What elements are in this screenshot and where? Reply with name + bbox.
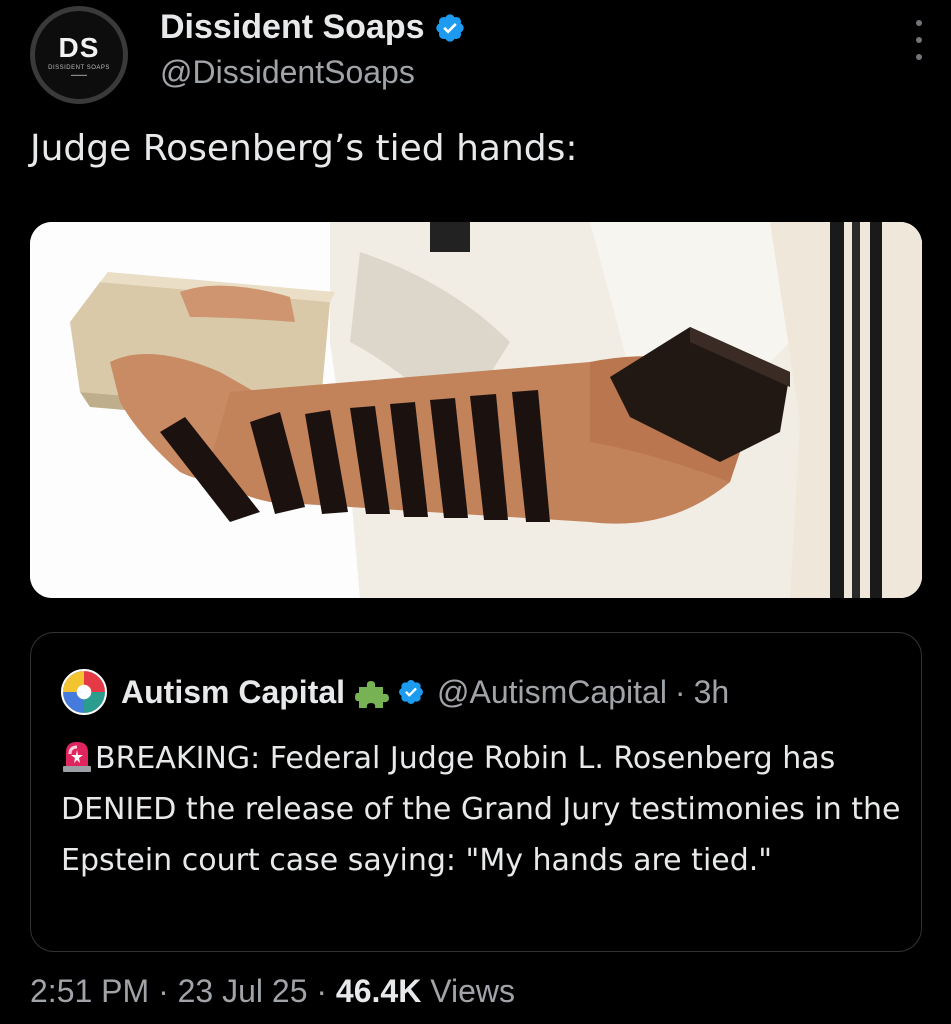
author-handle[interactable]: @DissidentSoaps <box>160 54 415 91</box>
meta-separator: · <box>316 973 328 1009</box>
puzzle-icon <box>355 681 390 708</box>
tweet-time[interactable]: 2:51 PM <box>30 973 149 1009</box>
tweet-media-image[interactable] <box>30 222 922 598</box>
quoted-tweet-text: BREAKING: Federal Judge Robin L. Rosenbe… <box>61 733 901 886</box>
author-display-name[interactable]: Dissident Soaps <box>160 8 425 47</box>
views-label: Views <box>430 973 515 1009</box>
verified-badge-icon <box>435 13 464 42</box>
quoted-timestamp[interactable]: 3h <box>694 674 730 711</box>
quoted-handle[interactable]: @AutismCapital <box>437 674 667 711</box>
author-name-row: Dissident Soaps <box>160 8 466 47</box>
quoted-tweet-card[interactable]: Autism Capital @AutismCapital · 3h BREAK… <box>30 632 922 952</box>
avatar-logo-fine-print: ▬▬▬▬ <box>71 71 87 77</box>
tweet-meta: 2:51 PM · 23 Jul 25 · 46.4K Views <box>30 973 515 1010</box>
photo-arm-wrapped-leather-straps-icon <box>30 222 922 598</box>
siren-icon <box>63 742 91 772</box>
meta-separator: · <box>158 973 169 1009</box>
views-count[interactable]: 46.4K <box>336 973 421 1009</box>
quoted-display-name[interactable]: Autism Capital <box>121 674 345 711</box>
avatar-logo-subtext: DISSIDENT SOAPS <box>48 64 110 71</box>
quoted-avatar[interactable] <box>61 669 107 715</box>
quoted-verified-badge-icon <box>399 680 423 704</box>
avatar-logo-text: DS <box>58 31 100 63</box>
tweet-date[interactable]: 23 Jul 25 <box>178 973 308 1009</box>
quoted-tweet-body: BREAKING: Federal Judge Robin L. Rosenbe… <box>61 741 901 878</box>
quoted-tweet-header: Autism Capital @AutismCapital · 3h <box>61 669 729 715</box>
avatar[interactable]: DS DISSIDENT SOAPS ▬▬▬▬ <box>30 6 128 104</box>
quoted-separator: · <box>674 673 686 710</box>
tweet-header: DS DISSIDENT SOAPS ▬▬▬▬ Dissident Soaps … <box>30 6 930 106</box>
tweet-text: Judge Rosenberg’s tied hands: <box>30 128 578 169</box>
more-options-icon[interactable] <box>914 20 924 60</box>
rainbow-puzzle-logo-icon <box>63 671 105 713</box>
